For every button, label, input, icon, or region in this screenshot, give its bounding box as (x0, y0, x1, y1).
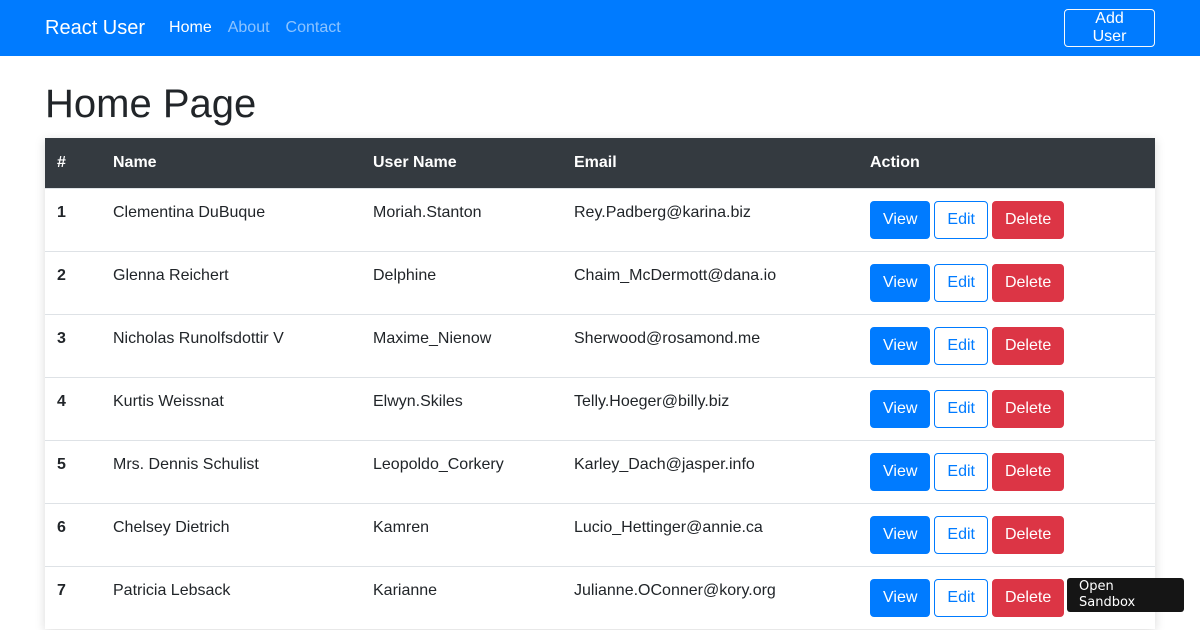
table-row: 7 Patricia Lebsack Karianne Julianne.OConne… (45, 565, 1155, 629)
cell-index: 6 (45, 502, 101, 566)
cell-name: Glenna Reichert (101, 250, 361, 314)
cell-name: Nicholas Runolfsdottir V (101, 313, 361, 377)
view-button[interactable]: View (870, 389, 931, 428)
cell-email: Julianne.OConner@kory.org (562, 565, 858, 629)
cell-index: 4 (45, 376, 101, 440)
delete-button[interactable]: Delete (991, 578, 1065, 617)
cell-email: Telly.Hoeger@billy.biz (562, 376, 858, 440)
edit-button[interactable]: Edit (934, 389, 988, 428)
cell-username: Elwyn.Skiles (361, 376, 562, 440)
column-header-email: Email (574, 153, 617, 171)
cell-actions: View Edit Delete (858, 439, 1155, 503)
cell-name: Patricia Lebsack (101, 565, 361, 629)
cell-index: 2 (45, 250, 101, 314)
cell-index: 7 (45, 565, 101, 629)
cell-email: Chaim_McDermott@dana.io (562, 250, 858, 314)
delete-button[interactable]: Delete (991, 515, 1065, 554)
brand-logo[interactable]: React User (45, 17, 145, 40)
delete-button[interactable]: Delete (991, 452, 1065, 491)
cell-username: Maxime_Nienow (361, 313, 562, 377)
view-button[interactable]: View (870, 200, 931, 239)
cell-actions: View Edit Delete (858, 313, 1155, 377)
main-container: Home Page # Name User Name Email Action … (0, 80, 1200, 629)
edit-button[interactable]: Edit (934, 578, 988, 617)
cell-email: Sherwood@rosamond.me (562, 313, 858, 377)
table-row: 3 Nicholas Runolfsdottir V Maxime_Nienow Sh… (45, 313, 1155, 377)
nav-link-contact[interactable]: Contact (286, 19, 341, 37)
edit-button[interactable]: Edit (934, 326, 988, 365)
cell-email: Rey.Padberg@karina.biz (562, 187, 858, 251)
nav-link-about[interactable]: About (228, 19, 270, 37)
cell-actions: View Edit Delete (858, 376, 1155, 440)
cell-actions: View Edit Delete (858, 502, 1155, 566)
column-header-name: Name (113, 153, 157, 171)
column-header-username: User Name (373, 153, 457, 171)
cell-actions: View Edit Delete (858, 250, 1155, 314)
cell-email: Lucio_Hettinger@annie.ca (562, 502, 858, 566)
delete-button[interactable]: Delete (991, 200, 1065, 239)
cell-username: Delphine (361, 250, 562, 314)
view-button[interactable]: View (870, 578, 931, 617)
cell-name: Clementina DuBuque (101, 187, 361, 251)
delete-button[interactable]: Delete (991, 389, 1065, 428)
table-body: 1 Clementina DuBuque Moriah.Stanton Rey.Pad… (45, 187, 1155, 629)
cell-username: Leopoldo_Corkery (361, 439, 562, 503)
navbar: React User Home About Contact Add User (0, 0, 1200, 56)
column-header-index: # (57, 153, 66, 171)
cell-name: Chelsey Dietrich (101, 502, 361, 566)
table-header: # Name User Name Email Action (45, 138, 1155, 188)
edit-button[interactable]: Edit (934, 452, 988, 491)
table-row: 2 Glenna Reichert Delphine Chaim_McDermott@… (45, 250, 1155, 314)
cell-index: 1 (45, 187, 101, 251)
table-row: 1 Clementina DuBuque Moriah.Stanton Rey.Pad… (45, 187, 1155, 251)
delete-button[interactable]: Delete (991, 326, 1065, 365)
open-sandbox-button[interactable]: Open Sandbox (1067, 578, 1184, 612)
nav-link-home[interactable]: Home (169, 19, 212, 37)
cell-index: 3 (45, 313, 101, 377)
cell-username: Karianne (361, 565, 562, 629)
cell-name: Kurtis Weissnat (101, 376, 361, 440)
users-table-wrapper: # Name User Name Email Action 1 Clementin… (45, 138, 1155, 629)
table-row: 5 Mrs. Dennis Schulist Leopoldo_Corkery Kar… (45, 439, 1155, 503)
edit-button[interactable]: Edit (934, 263, 988, 302)
view-button[interactable]: View (870, 263, 931, 302)
column-header-action: Action (870, 153, 920, 171)
cell-username: Moriah.Stanton (361, 187, 562, 251)
cell-username: Kamren (361, 502, 562, 566)
add-user-button[interactable]: Add User (1064, 9, 1155, 47)
users-table: # Name User Name Email Action 1 Clementin… (45, 138, 1155, 629)
view-button[interactable]: View (870, 452, 931, 491)
table-row: 4 Kurtis Weissnat Elwyn.Skiles Telly.Hoeger… (45, 376, 1155, 440)
cell-index: 5 (45, 439, 101, 503)
cell-name: Mrs. Dennis Schulist (101, 439, 361, 503)
edit-button[interactable]: Edit (934, 200, 988, 239)
view-button[interactable]: View (870, 326, 931, 365)
page-title: Home Page (45, 82, 257, 126)
table-row: 6 Chelsey Dietrich Kamren Lucio_Hettinger@a… (45, 502, 1155, 566)
delete-button[interactable]: Delete (991, 263, 1065, 302)
cell-email: Karley_Dach@jasper.info (562, 439, 858, 503)
edit-button[interactable]: Edit (934, 515, 988, 554)
cell-actions: View Edit Delete (858, 187, 1155, 251)
view-button[interactable]: View (870, 515, 931, 554)
